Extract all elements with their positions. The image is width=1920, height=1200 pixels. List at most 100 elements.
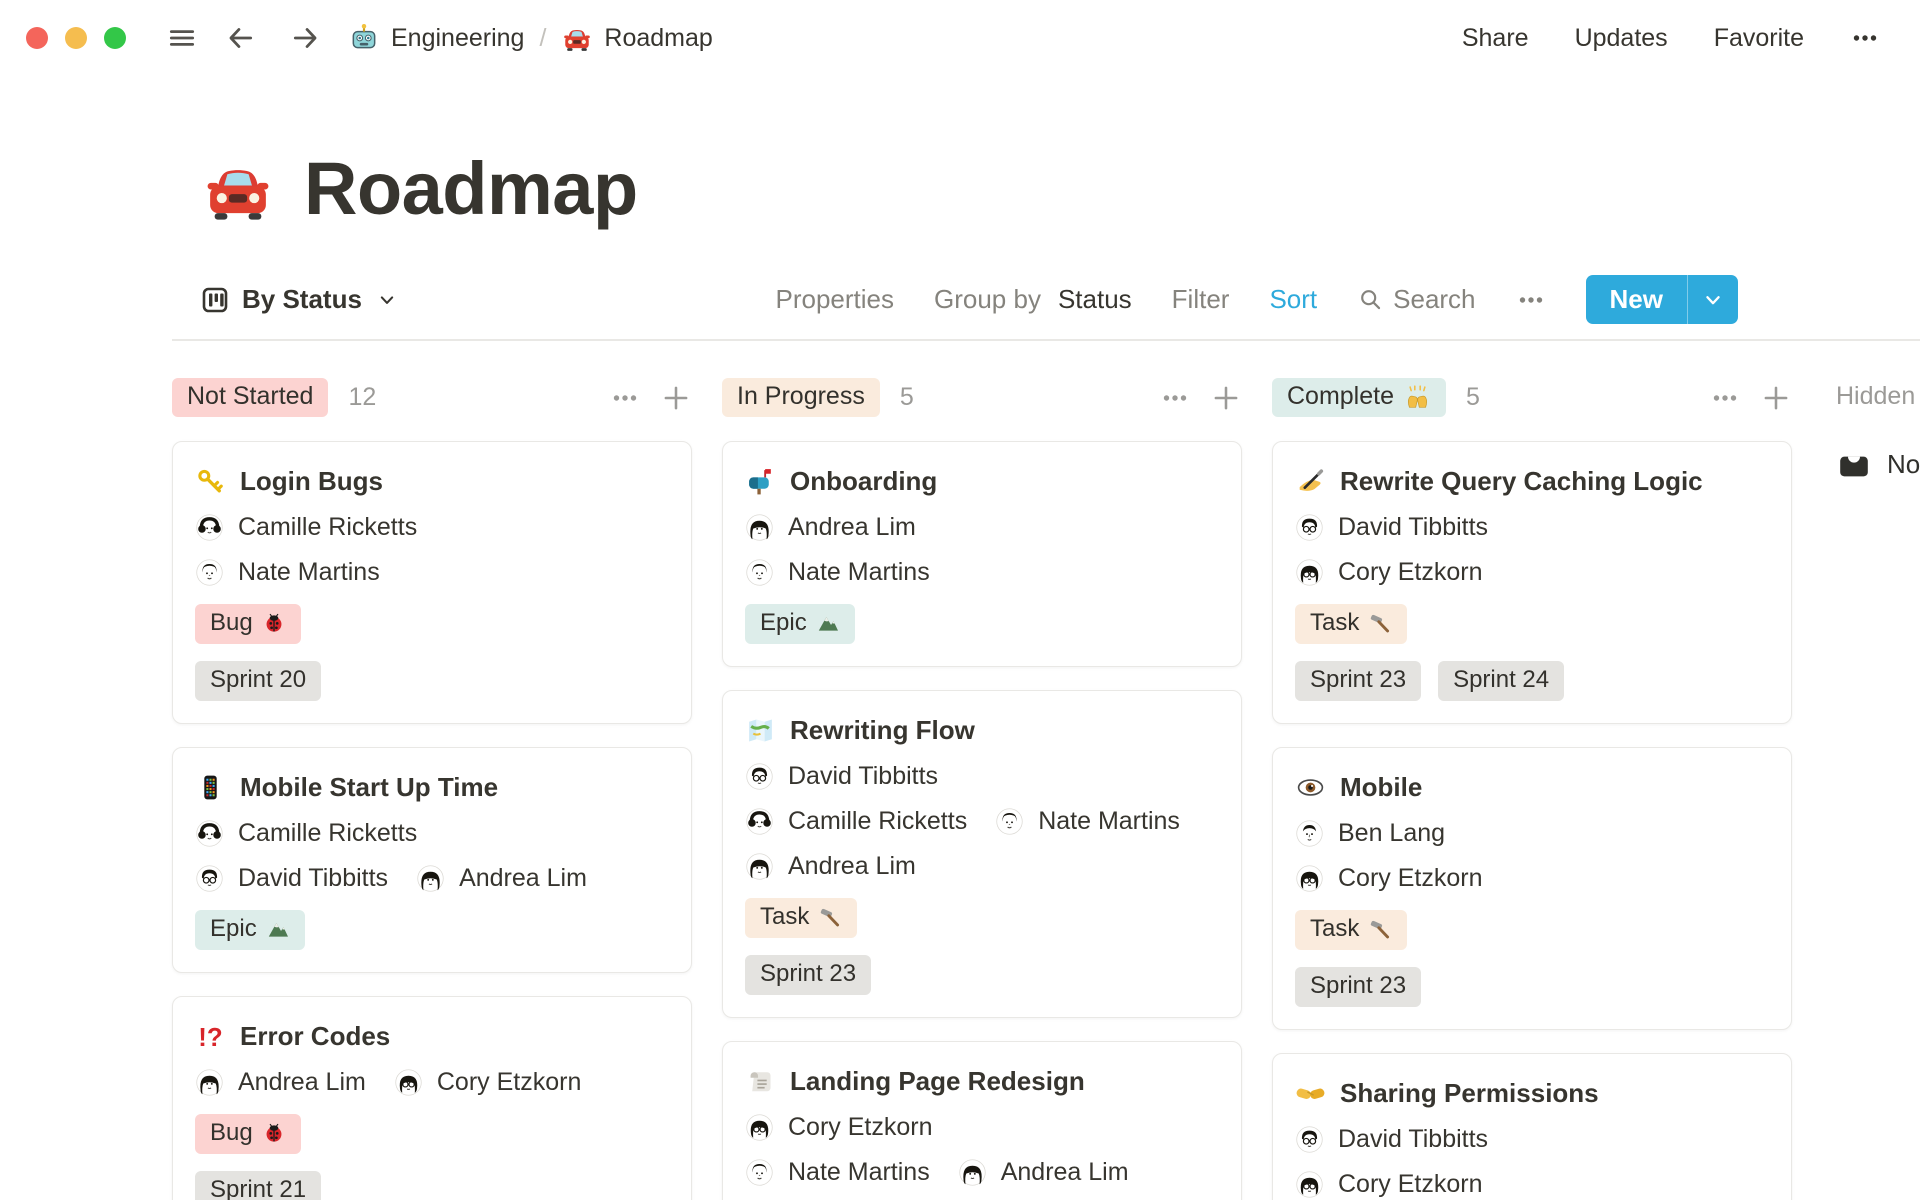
breadcrumb-workspace[interactable]: Engineering <box>348 22 524 54</box>
plus-icon <box>1214 386 1238 410</box>
column-status-badge[interactable]: Not Started <box>172 378 329 418</box>
person: David Tibbitts <box>195 864 388 893</box>
view-switcher-label: By Status <box>242 284 362 315</box>
properties-button[interactable]: Properties <box>776 284 895 315</box>
person-name: Cory Etzkorn <box>436 1067 582 1096</box>
more-options-icon[interactable] <box>1850 23 1880 53</box>
card-title-row: Landing Page Redesign <box>745 1066 1219 1097</box>
robot-icon <box>352 24 376 49</box>
card[interactable]: Sharing Permissions David Tibbitts Cory Et… <box>1272 1052 1792 1200</box>
new-button-label[interactable]: New <box>1586 275 1687 324</box>
card-tag-row: Bug <box>195 603 669 644</box>
zoom-window-button[interactable] <box>104 27 126 49</box>
avatar-cory <box>395 1069 422 1096</box>
new-dropdown-icon[interactable] <box>1687 275 1738 325</box>
kanban-icon <box>202 287 228 313</box>
avatar-andrea <box>959 1159 986 1186</box>
column-status-badge[interactable]: In Progress <box>722 378 880 418</box>
breadcrumb-page[interactable]: Roadmap <box>561 22 713 54</box>
forward-icon <box>293 28 317 48</box>
column-add-card-button[interactable] <box>660 382 692 414</box>
card-title-row: Onboarding <box>745 466 1219 497</box>
person-name: Andrea Lim <box>459 863 587 892</box>
tag-label: Epic <box>760 608 807 636</box>
favorite-button[interactable]: Favorite <box>1714 24 1804 53</box>
hammer-icon <box>821 908 840 927</box>
card-title-row: Rewrite Query Caching Logic <box>1295 466 1769 497</box>
avatar-andrea <box>417 865 444 892</box>
view-options-icon[interactable] <box>1516 285 1546 315</box>
column-menu-button[interactable] <box>610 383 640 413</box>
tag: Bug <box>195 1113 301 1154</box>
tag: Epic <box>195 909 305 950</box>
person: Nate Martins <box>745 558 930 587</box>
hidden-group-no-status[interactable]: No Status <box>1836 447 1920 483</box>
column-status-badge[interactable]: Complete <box>1272 378 1446 418</box>
card[interactable]: Rewriting Flow David Tibbitts Camille Rick… <box>722 689 1242 1018</box>
person-name: Cory Etzkorn <box>1338 557 1483 586</box>
breadcrumb-workspace-label: Engineering <box>391 23 525 52</box>
search-button[interactable]: Search <box>1357 284 1476 315</box>
person-name: Camille Ricketts <box>238 818 418 847</box>
column-menu-button[interactable] <box>1160 383 1190 413</box>
column-menu-button[interactable] <box>1710 383 1740 413</box>
card-title-row: Sharing Permissions <box>1295 1078 1769 1109</box>
tag-label: Sprint 23 <box>1310 665 1407 693</box>
avatar-cory <box>1296 1171 1323 1198</box>
card-title: Rewrite Query Caching Logic <box>1340 465 1703 496</box>
card[interactable]: Landing Page Redesign Cory Etzkorn Nate Ma… <box>722 1040 1242 1200</box>
group-by-button[interactable]: Group by Status <box>934 284 1132 315</box>
card-tag-row: Sprint 20 <box>195 660 669 701</box>
car-icon <box>561 22 593 54</box>
sidebar-menu-icon[interactable] <box>156 22 208 54</box>
minimize-window-button[interactable] <box>65 27 87 49</box>
tag-label: Sprint 20 <box>210 665 307 693</box>
card[interactable]: !? Error Codes Andrea Lim Cory Etzkorn Bug Sp… <box>172 995 692 1200</box>
person-name: Cory Etzkorn <box>1338 863 1483 892</box>
avatar-david <box>1296 514 1323 541</box>
person: Andrea Lim <box>745 852 916 881</box>
card[interactable]: Rewrite Query Caching Logic David Tibbitt… <box>1272 440 1792 724</box>
tag: Sprint 23 <box>1295 660 1422 701</box>
toolbar-divider <box>172 339 1920 341</box>
page-header: Roadmap <box>200 148 1920 229</box>
card[interactable]: Mobile Ben Lang Cory Etzkorn Task Sprint 23 <box>1272 746 1792 1030</box>
scroll-icon <box>750 1072 771 1092</box>
card-tag-row: Task <box>1295 603 1769 644</box>
back-icon[interactable] <box>214 22 266 54</box>
card-title-row: Mobile <box>1295 772 1769 803</box>
card[interactable]: Onboarding Andrea Lim Nate Martins Epic <box>722 440 1242 667</box>
chevron-down-icon <box>376 289 398 311</box>
sort-button[interactable]: Sort <box>1269 284 1317 315</box>
person: Cory Etzkorn <box>1295 558 1482 587</box>
updates-button[interactable]: Updates <box>1575 24 1668 53</box>
car-icon <box>564 30 591 51</box>
avatar-nate <box>746 1159 773 1186</box>
close-window-button[interactable] <box>26 27 48 49</box>
column-add-card-button[interactable] <box>1210 382 1242 414</box>
person-name: Andrea Lim <box>1000 1157 1129 1186</box>
card-tag-row: Bug <box>195 1113 669 1154</box>
breadcrumb-page-label: Roadmap <box>604 23 713 52</box>
forward-icon[interactable] <box>280 22 332 54</box>
card-tag-row: Sprint 21 <box>195 1170 669 1200</box>
hidden-columns-section: Hidden No Status <box>1836 377 1920 483</box>
card-people-row: Cory Etzkorn <box>1295 1170 1769 1199</box>
person-name: David Tibbitts <box>238 863 389 892</box>
page-title[interactable]: Roadmap <box>304 148 638 230</box>
column-add-card-button[interactable] <box>1760 382 1792 414</box>
card[interactable]: Login Bugs Camille Ricketts Nate Martins Bu… <box>172 440 692 724</box>
card-people-row: Cory Etzkorn <box>1295 864 1769 893</box>
view-switcher[interactable]: By Status <box>200 284 398 315</box>
plus-icon <box>664 386 688 410</box>
person-name: Nate Martins <box>238 557 380 586</box>
card[interactable]: Mobile Start Up Time Camille Ricketts Davi… <box>172 746 692 973</box>
tag: Sprint 23 <box>1295 966 1422 1007</box>
filter-button[interactable]: Filter <box>1172 284 1230 315</box>
card-people-row: Cory Etzkorn <box>745 1113 1219 1142</box>
new-button[interactable]: New <box>1585 275 1738 325</box>
car-icon[interactable] <box>200 151 276 227</box>
window-controls <box>26 27 126 49</box>
share-button[interactable]: Share <box>1462 24 1529 53</box>
card-people-row: Andrea Lim <box>745 513 1219 542</box>
